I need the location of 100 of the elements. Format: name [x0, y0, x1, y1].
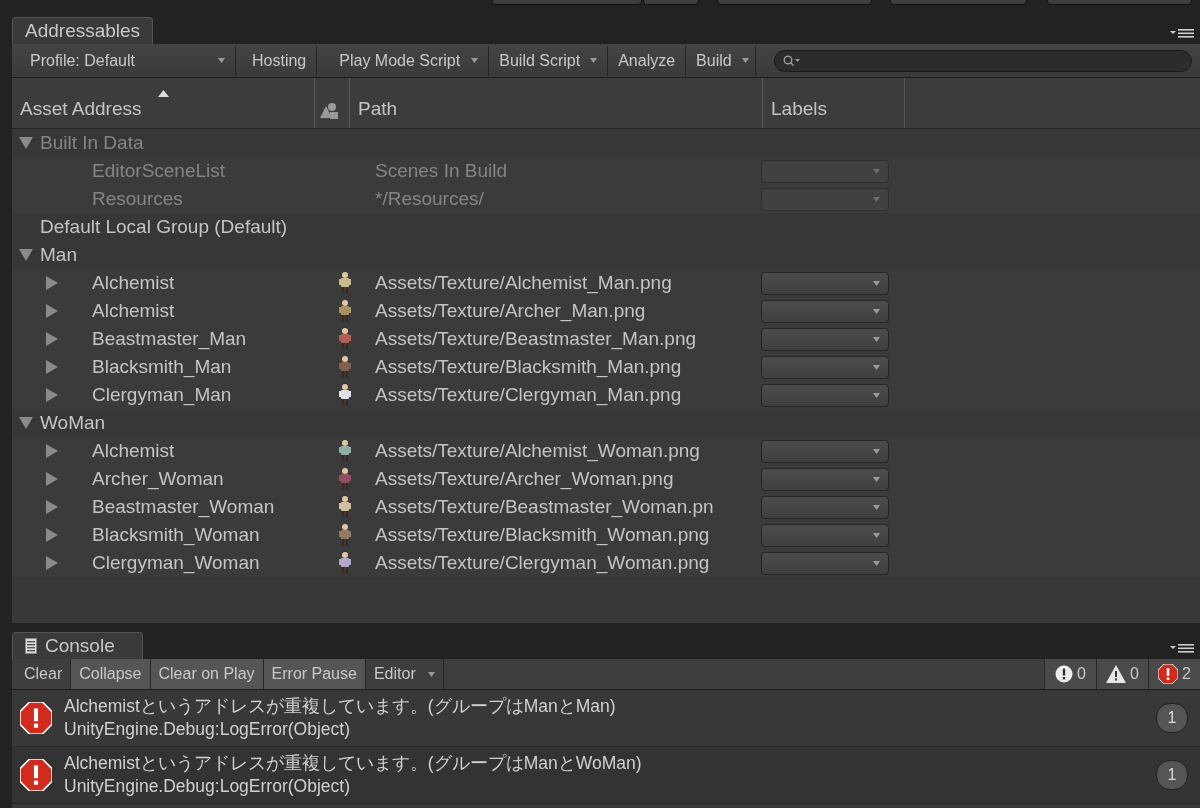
toggle-button[interactable]: Error Pause — [263, 659, 366, 689]
caret-icon — [590, 58, 598, 63]
window-tab[interactable]: Console — [12, 632, 143, 659]
labels-dropdown[interactable] — [761, 271, 889, 295]
caret-icon — [873, 532, 880, 538]
dropdown-button[interactable]: Build — [686, 45, 756, 76]
caret-icon — [471, 58, 479, 63]
asset-path: Assets/Texture/Beastmaster_Man.png — [375, 328, 698, 350]
triangle-down-icon[interactable] — [19, 137, 33, 149]
counter-toggle[interactable]: 0 — [1096, 659, 1148, 689]
group-name[interactable]: Built In Data — [40, 132, 144, 154]
labels-dropdown[interactable] — [761, 383, 889, 407]
menu-icon[interactable] — [1170, 643, 1194, 653]
search-icon — [782, 54, 801, 67]
error-icon — [20, 759, 52, 791]
asset-address[interactable]: Alchemist — [92, 272, 315, 294]
column-header[interactable]: Asset Address — [20, 98, 142, 120]
triangle-right-icon[interactable] — [46, 304, 58, 318]
triangle-right-icon[interactable] — [46, 500, 58, 514]
dropdown-button[interactable]: Profile: Default — [20, 45, 236, 76]
log-message: Alchemistというアドレスが重複しています。(グループはManとMan) — [64, 695, 617, 718]
toolbar-button[interactable]: Analyze — [608, 45, 687, 76]
asset-path: Assets/Texture/Beastmaster_Woman.pn — [375, 496, 715, 518]
asset-path: Assets/Texture/Archer_Man.png — [375, 300, 647, 322]
caret-icon — [873, 196, 880, 202]
menu-icon[interactable] — [1170, 28, 1194, 38]
caret-icon — [873, 308, 880, 314]
count-badge: 1 — [1156, 703, 1188, 733]
search-field[interactable] — [773, 49, 1192, 72]
log-source: UnityEngine.Debug:LogError(Object) — [64, 775, 351, 798]
asset-address[interactable]: Blacksmith_Woman — [92, 524, 315, 546]
log-entry[interactable]: Alchemistというアドレスが重複しています。(グループはManとWoMan) UnityEngine.Debug:LogError(Object) 1 — [12, 747, 1200, 804]
counter-toggle[interactable]: 0 — [1044, 659, 1096, 689]
caret-icon — [427, 671, 435, 677]
triangle-down-icon[interactable] — [19, 249, 33, 261]
counter-toggle[interactable]: 2 — [1148, 659, 1200, 689]
caret-icon — [873, 504, 880, 510]
labels-dropdown[interactable] — [761, 551, 889, 575]
labels-dropdown[interactable] — [761, 467, 889, 491]
triangle-right-icon[interactable] — [46, 332, 58, 346]
asset-address[interactable]: Clergyman_Woman — [92, 552, 315, 574]
triangle-right-icon[interactable] — [46, 556, 58, 570]
sort-arrow-icon — [158, 90, 169, 97]
column-header[interactable]: Labels — [771, 98, 827, 120]
asset-path: Assets/Texture/Blacksmith_Woman.png — [375, 524, 711, 546]
tab-label: Console — [45, 635, 115, 657]
asset-address[interactable]: Clergyman_Man — [92, 384, 315, 406]
error-icon — [1158, 664, 1179, 684]
asset-address[interactable]: Blacksmith_Man — [92, 356, 315, 378]
warning-icon — [1106, 665, 1127, 683]
labels-dropdown[interactable] — [761, 299, 889, 323]
asset-address[interactable]: Alchemist — [92, 300, 315, 322]
asset-address[interactable]: Beastmaster_Man — [92, 328, 315, 350]
labels-dropdown[interactable] — [761, 523, 889, 547]
asset-path: */Resources/ — [375, 188, 485, 210]
group-name[interactable]: WoMan — [40, 412, 106, 434]
labels-dropdown[interactable] — [761, 495, 889, 519]
column-header[interactable]: Path — [358, 98, 398, 120]
caret-icon — [873, 560, 880, 566]
console-icon — [25, 638, 37, 654]
caret-icon — [873, 280, 880, 286]
dropdown-button[interactable]: Editor — [365, 659, 444, 689]
asset-path: Assets/Texture/Alchemist_Man.png — [375, 272, 673, 294]
labels-dropdown[interactable] — [761, 355, 889, 379]
dropdown-button[interactable]: Play Mode Script — [329, 45, 490, 76]
caret-icon — [218, 58, 225, 63]
caret-icon — [873, 364, 880, 370]
labels-dropdown[interactable] — [761, 439, 889, 463]
dropdown-button[interactable]: Build Script — [489, 45, 609, 76]
window-tab[interactable]: Addressables — [12, 17, 154, 44]
triangle-right-icon[interactable] — [46, 360, 58, 374]
caret-icon — [873, 168, 880, 174]
asset-path: Assets/Texture/Blacksmith_Man.png — [375, 356, 683, 378]
asset-path: Scenes In Build — [375, 160, 509, 182]
triangle-right-icon[interactable] — [46, 388, 58, 402]
asset-path: Assets/Texture/Archer_Woman.png — [375, 468, 675, 490]
count-badge: 1 — [1156, 760, 1188, 790]
caret-icon — [873, 392, 880, 398]
triangle-down-icon[interactable] — [19, 417, 33, 429]
triangle-right-icon[interactable] — [46, 276, 58, 290]
caret-icon — [873, 476, 880, 482]
toggle-button[interactable]: Collapse — [71, 659, 151, 689]
triangle-right-icon[interactable] — [46, 472, 58, 486]
asset-address[interactable]: Archer_Woman — [92, 468, 315, 490]
log-source: UnityEngine.Debug:LogError(Object) — [64, 718, 351, 741]
labels-dropdown[interactable] — [761, 327, 889, 351]
toolbar-button[interactable]: Hosting — [242, 45, 318, 76]
triangle-right-icon[interactable] — [46, 444, 58, 458]
caret-icon — [741, 58, 749, 63]
group-name[interactable]: Man — [40, 244, 77, 266]
triangle-right-icon[interactable] — [46, 528, 58, 542]
info-icon — [1055, 665, 1074, 683]
shapes-icon — [320, 102, 340, 120]
caret-icon — [873, 336, 880, 342]
error-icon — [20, 702, 52, 734]
group-name[interactable]: Default Local Group (Default) — [40, 216, 288, 238]
asset-address[interactable]: Alchemist — [92, 440, 315, 462]
asset-path: Assets/Texture/Alchemist_Woman.png — [375, 440, 701, 462]
asset-address[interactable]: Beastmaster_Woman — [92, 496, 315, 518]
toggle-button[interactable]: Clear on Play — [150, 659, 264, 689]
